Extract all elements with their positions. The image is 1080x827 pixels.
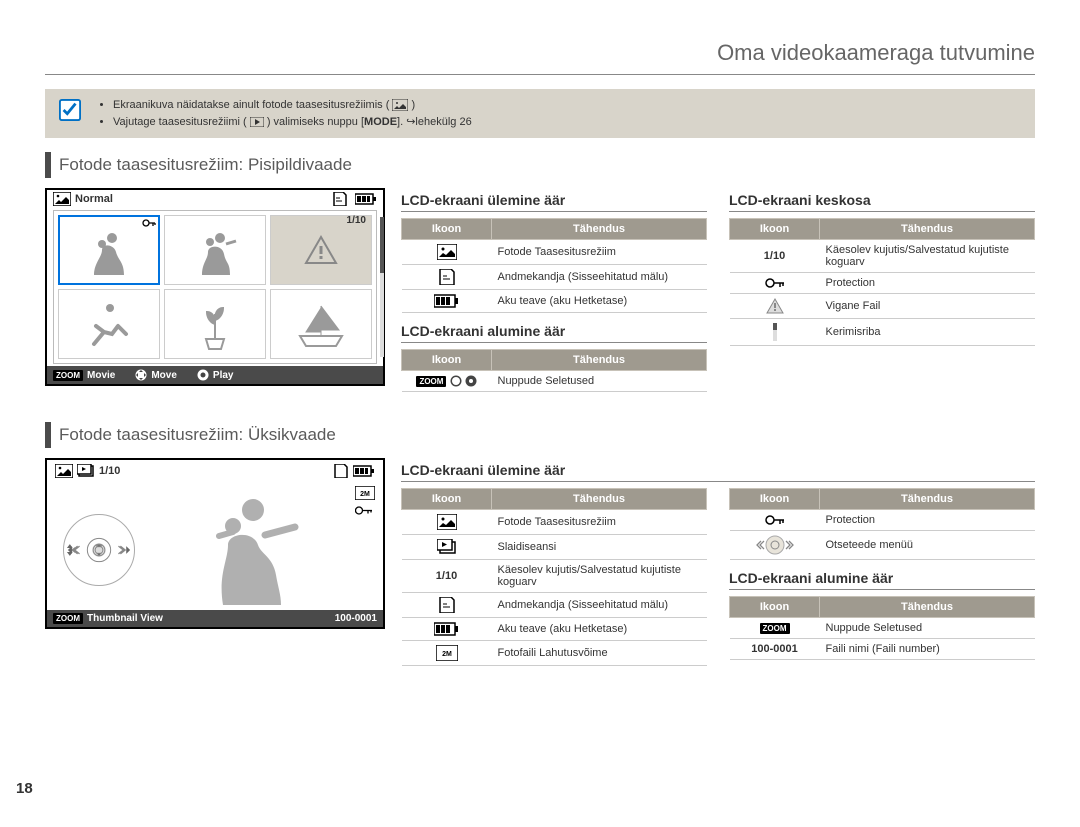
- sub-heading-top-single: LCD-ekraani ülemine äär: [401, 462, 1035, 482]
- dial-icon: [64, 514, 134, 586]
- dial-icon: [755, 535, 795, 555]
- thumbnail-1[interactable]: [58, 215, 160, 285]
- scrollbar-icon: [772, 323, 778, 341]
- runner-icon: [74, 294, 144, 354]
- thumbnail-5[interactable]: [164, 289, 266, 359]
- table-row: 100-0001Faili nimi (Faili number): [730, 639, 1035, 660]
- thumbnail-2[interactable]: [164, 215, 266, 285]
- storage-icon: [438, 597, 456, 613]
- note-line-2: Vajutage taasesitusrežiimi ( ) valimisek…: [113, 114, 472, 131]
- silhouette-icon: [173, 480, 313, 610]
- table-row: Andmekandja (Sisseehitatud mälu): [402, 265, 707, 290]
- table-row: Aku teave (aku Hetketase): [402, 290, 707, 313]
- table-row: ZOOM Nuppude Seletused: [402, 371, 707, 392]
- footer-thumbnail: Thumbnail View: [87, 613, 163, 624]
- photo-play-icon: [437, 244, 457, 260]
- table-row: Andmekandja (Sisseehitatud mälu): [402, 593, 707, 618]
- resolution-icon: 2M: [355, 486, 375, 500]
- play-rect-icon: [250, 117, 264, 127]
- table-row: Aku teave (aku Hetketase): [402, 618, 707, 641]
- table-single-right-top: IkoonTähendus Protection Otseteede menüü: [729, 488, 1035, 560]
- sub-heading-center: LCD-ekraani keskosa: [729, 192, 1035, 212]
- sub-heading-top: LCD-ekraani ülemine äär: [401, 192, 707, 212]
- table-thumb-top: IkoonTähendus Fotode Taasesitusrežiim An…: [401, 218, 707, 313]
- sailboat-icon: [286, 294, 356, 354]
- counter-label: 1/10: [99, 465, 120, 477]
- table-row: Fotode Taasesitusrežiim: [402, 510, 707, 535]
- nav-dpad-icon: [450, 375, 462, 387]
- table-row: 2MFotofaili Lahutusvõime: [402, 641, 707, 666]
- storage-icon: [332, 192, 348, 206]
- table-single-left: IkoonTähendus Fotode Taasesitusrežiim Sl…: [401, 488, 707, 666]
- storage-icon: [333, 464, 349, 478]
- nav-center-icon: [197, 369, 209, 381]
- nav-dpad-icon: [135, 369, 147, 381]
- photo-play-icon: [437, 514, 457, 530]
- table-row: 1/10Käesolev kujutis/Salvestatud kujutis…: [730, 240, 1035, 273]
- sub-heading-bottom-single: LCD-ekraani alumine äär: [729, 570, 1035, 590]
- thumbnail-4[interactable]: [58, 289, 160, 359]
- footer-move: Move: [151, 370, 177, 381]
- sub-heading-bottom: LCD-ekraani alumine äär: [401, 323, 707, 343]
- battery-icon: [434, 622, 460, 636]
- battery-icon: [353, 465, 375, 477]
- normal-label: Normal: [75, 193, 113, 205]
- zoom-icon: ZOOM: [53, 613, 83, 624]
- slideshow-icon: [77, 464, 95, 478]
- storage-icon: [438, 269, 456, 285]
- page-title: Oma videokaameraga tutvumine: [45, 40, 1035, 75]
- table-row: Vigane Fail: [730, 294, 1035, 319]
- battery-icon: [434, 294, 460, 308]
- thumbnail-6[interactable]: [270, 289, 372, 359]
- shortcut-dial[interactable]: [63, 514, 135, 586]
- svg-text:2M: 2M: [360, 491, 370, 498]
- counter-label: 1/10: [347, 215, 366, 226]
- resolution-icon: 2M: [436, 645, 458, 661]
- lcd-thumbnail-view: Normal 1/10: [45, 188, 385, 386]
- photo-play-icon: [53, 192, 71, 206]
- photo-play-icon: [55, 464, 73, 478]
- file-number: 100-0001: [335, 613, 377, 624]
- key-icon: [142, 219, 156, 227]
- silhouette-icon: [74, 220, 144, 280]
- table-row: Kerimisriba: [730, 319, 1035, 346]
- check-icon: [59, 99, 81, 121]
- key-icon: [355, 506, 375, 515]
- table-row: Protection: [730, 510, 1035, 531]
- slideshow-icon: [437, 539, 457, 555]
- table-row: ZOOMNuppude Seletused: [730, 618, 1035, 639]
- svg-text:2M: 2M: [442, 651, 452, 658]
- key-icon: [765, 278, 785, 288]
- footer-play: Play: [213, 370, 234, 381]
- table-row: 1/10Käesolev kujutis/Salvestatud kujutis…: [402, 560, 707, 593]
- footer-movie: Movie: [87, 370, 115, 381]
- table-single-right-bottom: IkoonTähendus ZOOMNuppude Seletused 100-…: [729, 596, 1035, 660]
- table-thumb-center: IkoonTähendus 1/10Käesolev kujutis/Salve…: [729, 218, 1035, 346]
- table-row: Fotode Taasesitusrežiim: [402, 240, 707, 265]
- key-icon: [765, 515, 785, 525]
- scrollbar[interactable]: [380, 217, 384, 357]
- note-line-1: Ekraanikuva näidatakse ainult fotode taa…: [113, 97, 472, 114]
- zoom-icon: ZOOM: [760, 623, 790, 634]
- warning-icon: [304, 235, 338, 265]
- note-box: Ekraanikuva näidatakse ainult fotode taa…: [45, 89, 1035, 138]
- table-row: Protection: [730, 273, 1035, 294]
- photo-play-icon: [392, 99, 408, 111]
- section-heading-thumbnail: Fotode taasesitusrežiim: Pisipildivaade: [45, 152, 1035, 178]
- table-thumb-bottom: IkoonTähendus ZOOM Nuppude Seletused: [401, 349, 707, 392]
- page-number: 18: [16, 780, 33, 797]
- silhouette-icon: [180, 220, 250, 280]
- zoom-icon: ZOOM: [53, 370, 83, 381]
- table-row: Otseteede menüü: [730, 531, 1035, 560]
- nav-center-icon: [465, 375, 477, 387]
- lcd-single-view: 1/10 2M: [45, 458, 385, 629]
- table-row: Slaidiseansi: [402, 535, 707, 560]
- battery-icon: [355, 193, 377, 205]
- zoom-icon: ZOOM: [416, 376, 446, 387]
- warning-icon: [766, 298, 784, 314]
- section-heading-single: Fotode taasesitusrežiim: Üksikvaade: [45, 422, 1035, 448]
- plant-icon: [180, 294, 250, 354]
